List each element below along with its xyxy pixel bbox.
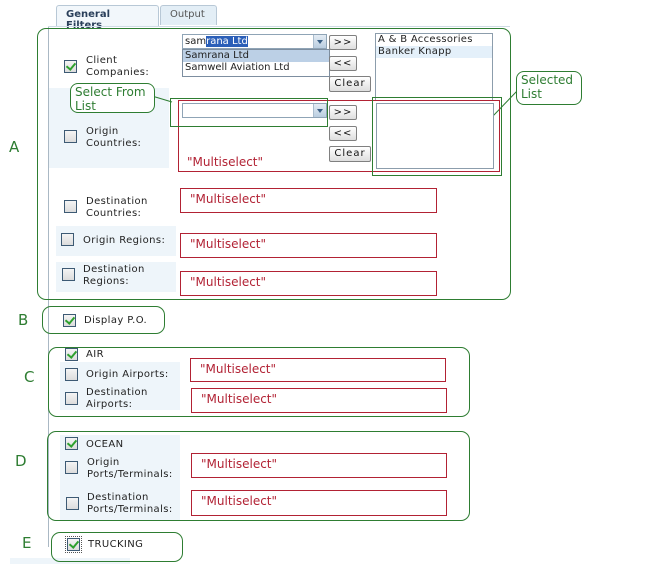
origin-ports-multiselect[interactable]: "Multiselect"	[191, 453, 447, 478]
client-companies-dropdown: Samrana Ltd Samwell Aviation Ltd	[182, 49, 330, 77]
origin-ports-checkbox[interactable]	[65, 461, 78, 474]
origin-countries-multiselect[interactable]: "Multiselect"	[187, 155, 263, 169]
origin-airports-multiselect[interactable]: "Multiselect"	[190, 358, 446, 382]
tab-general-filters[interactable]: General Filters	[56, 5, 159, 31]
destination-countries-checkbox[interactable]	[64, 200, 77, 213]
destination-regions-checkbox[interactable]	[62, 268, 75, 281]
origin-countries-label: Origin Countries:	[86, 126, 142, 149]
group-letter-d: D	[15, 452, 27, 470]
destination-airports-multiselect[interactable]: "Multiselect"	[191, 388, 447, 413]
client-companies-selected-list[interactable]: A & B Accessories Banker Knapp	[375, 33, 493, 101]
clear-list-button[interactable]: Clear	[329, 146, 371, 162]
combo-typed-text: sam	[185, 36, 207, 47]
air-checkbox[interactable]	[65, 348, 78, 361]
air-label: AIR	[86, 349, 104, 360]
remove-from-list-button[interactable]: <<	[329, 56, 357, 71]
origin-ports-label: Origin Ports/Terminals:	[87, 457, 173, 480]
ocean-checkbox[interactable]	[65, 437, 78, 450]
trucking-label: TRUCKING	[88, 539, 144, 550]
group-letter-c: C	[24, 368, 35, 386]
tab-divider	[48, 26, 510, 27]
destination-airports-label: Destination Airports:	[86, 387, 148, 410]
group-letter-e: E	[22, 534, 32, 552]
destination-countries-multiselect[interactable]: "Multiselect"	[180, 188, 437, 213]
tab-output[interactable]: Output	[160, 5, 217, 25]
display-po-label: Display P.O.	[84, 315, 148, 326]
add-to-list-button[interactable]: >>	[329, 105, 357, 120]
destination-regions-multiselect[interactable]: "Multiselect"	[180, 271, 437, 296]
selected-list-highlight	[372, 97, 502, 176]
origin-regions-multiselect[interactable]: "Multiselect"	[180, 233, 437, 258]
ocean-label: OCEAN	[86, 439, 124, 450]
destination-ports-checkbox[interactable]	[66, 497, 79, 510]
dropdown-option[interactable]: Samwell Aviation Ltd	[183, 62, 329, 74]
combo-autocomplete-text: rana Ltd	[206, 36, 248, 47]
origin-airports-checkbox[interactable]	[65, 368, 78, 381]
dropdown-option[interactable]: Samrana Ltd	[183, 50, 329, 62]
list-item[interactable]: A & B Accessories	[376, 34, 492, 46]
destination-ports-multiselect[interactable]: "Multiselect"	[191, 490, 447, 516]
destination-regions-label: Destination Regions:	[83, 264, 145, 287]
destination-ports-label: Destination Ports/Terminals:	[87, 492, 173, 515]
add-to-list-button[interactable]: >>	[329, 35, 357, 50]
chevron-down-icon[interactable]	[313, 35, 326, 48]
clear-list-button[interactable]: Clear	[329, 76, 371, 92]
origin-regions-label: Origin Regions:	[83, 235, 166, 246]
callout-select-from-list: Select From List	[70, 83, 155, 113]
origin-countries-checkbox[interactable]	[64, 130, 77, 143]
client-companies-combobox[interactable]: samrana Ltd	[182, 34, 327, 49]
display-po-checkbox[interactable]	[63, 314, 76, 327]
destination-countries-label: Destination Countries:	[86, 196, 148, 219]
select-from-list-highlight	[170, 98, 328, 127]
client-companies-checkbox[interactable]	[64, 60, 77, 73]
trucking-checkbox[interactable]	[65, 536, 82, 553]
group-letter-a: A	[9, 138, 20, 156]
group-letter-b: B	[18, 311, 29, 329]
origin-airports-label: Origin Airports:	[86, 369, 169, 380]
remove-from-list-button[interactable]: <<	[329, 126, 357, 141]
list-item[interactable]: Banker Knapp	[376, 46, 492, 58]
client-companies-label: Client Companies:	[86, 55, 150, 78]
destination-airports-checkbox[interactable]	[65, 392, 78, 405]
callout-selected-list: Selected List	[516, 71, 582, 105]
origin-regions-checkbox[interactable]	[61, 233, 74, 246]
